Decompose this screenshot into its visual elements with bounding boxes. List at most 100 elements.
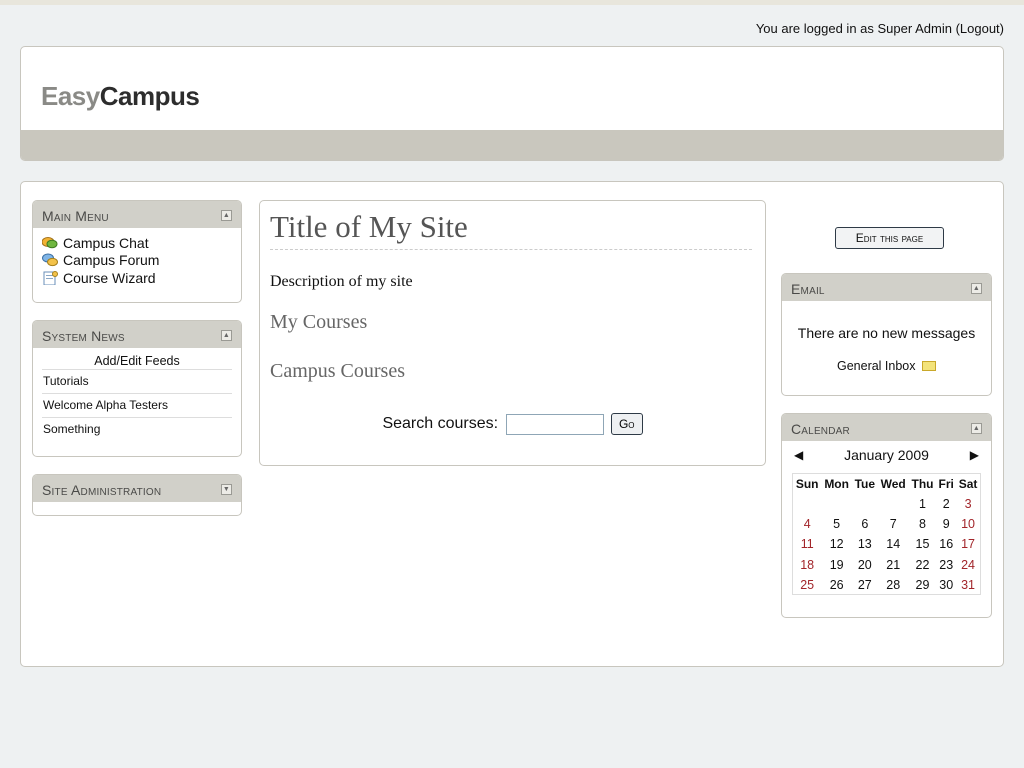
calendar-title: Calendar [791,421,850,437]
collapse-icon[interactable]: ▲ [221,210,232,221]
calendar-week: 25 26 27 28 29 30 31 [793,575,981,595]
calendar-day[interactable]: 16 [936,534,956,554]
weekday-row: Sun Mon Tue Wed Thu Fri Sat [793,474,981,494]
calendar-empty-cell [793,494,822,514]
collapse-icon[interactable]: ▲ [221,330,232,341]
general-inbox-link[interactable]: General Inbox [782,341,991,373]
calendar-header: Calendar ▲ [782,414,991,441]
calendar-day[interactable]: 19 [821,554,852,574]
email-status: There are no new messages [797,325,976,341]
collapse-icon[interactable]: ▲ [971,423,982,434]
login-info: You are logged in as Super Admin (Logout… [756,21,1004,36]
calendar-day[interactable]: 6 [852,514,878,534]
weekday: Tue [854,476,876,491]
calendar-day[interactable]: 4 [793,514,822,534]
calendar-day[interactable]: 7 [878,514,909,534]
site-admin-block: Site Administration ▼ [32,474,242,516]
calendar-day[interactable]: 15 [909,534,937,554]
search-go-button[interactable]: Go [610,413,643,435]
calendar-day[interactable]: 13 [852,534,878,554]
calendar-day[interactable]: 18 [793,554,822,574]
envelope-icon [922,361,936,371]
calendar-day[interactable]: 24 [956,554,980,574]
calendar-day[interactable]: 27 [852,575,878,595]
calendar-day[interactable]: 29 [909,575,937,595]
page-container: Main Menu ▲ Campus Chat Campus Forum Cou… [20,181,1004,667]
calendar-day[interactable]: 3 [956,494,980,514]
calendar-day[interactable]: 21 [878,554,909,574]
wizard-icon [42,270,58,286]
calendar-day[interactable]: 1 [909,494,937,514]
news-item[interactable]: Tutorials [42,370,232,394]
logo-campus: Campus [99,81,200,111]
forum-icon [42,253,58,267]
system-news-block: System News ▲ Add/Edit Feeds Tutorials W… [32,320,242,457]
calendar-day[interactable]: 5 [821,514,852,534]
news-list: Tutorials Welcome Alpha Testers Somethin… [42,370,232,441]
site-description: Description of my site [270,273,413,290]
chat-icon [41,236,58,250]
campus-courses-heading: Campus Courses [270,360,405,382]
calendar-day[interactable]: 17 [956,534,980,554]
calendar-empty-cell [852,494,878,514]
site-header: EasyCampus [20,46,1004,161]
calendar-day[interactable]: 20 [852,554,878,574]
calendar-grid: Sun Mon Tue Wed Thu Fri Sat 1 2 3 4 5 6 7 8 9 10 1… [792,473,981,596]
weekday: Mon [824,476,849,491]
expand-icon[interactable]: ▼ [221,484,232,495]
inbox-label: General Inbox [836,359,916,373]
system-news-header: System News ▲ [33,321,241,348]
next-month-icon[interactable]: ▶ [970,448,979,462]
edit-page-button[interactable]: Edit this page [835,227,944,249]
calendar-block: Calendar ▲ ◀ January 2009 ▶ Sun Mon Tue … [781,413,992,618]
search-label: Search courses: [382,415,499,433]
system-news-title: System News [42,328,125,344]
main-menu-list: Campus Chat Campus Forum Course Wizard [33,228,241,287]
calendar-day[interactable]: 28 [878,575,909,595]
calendar-day[interactable]: 22 [909,554,937,574]
user-profile-link[interactable]: Super Admin [878,21,952,36]
weekday: Sat [958,476,978,491]
news-item[interactable]: Something [42,418,232,441]
menu-item-course-wizard[interactable]: Course Wizard [42,269,241,287]
calendar-day[interactable]: 23 [936,554,956,574]
calendar-day[interactable]: 25 [793,575,822,595]
main-menu-title: Main Menu [42,208,109,224]
email-header: Email ▲ [782,274,991,301]
header-band [21,130,1003,160]
calendar-day[interactable]: 26 [821,575,852,595]
search-input[interactable] [505,413,604,435]
calendar-day[interactable]: 8 [909,514,937,534]
easycampus-logo[interactable]: EasyCampus [41,81,200,112]
collapse-icon[interactable]: ▲ [971,283,982,294]
menu-item-campus-forum[interactable]: Campus Forum [42,252,241,270]
menu-item-label: Campus Chat [63,234,149,251]
calendar-day[interactable]: 2 [936,494,956,514]
logout-link[interactable]: (Logout) [956,21,1004,36]
calendar-day[interactable]: 30 [936,575,956,595]
main-content: Title of My Site Description of my site … [259,200,766,466]
weekday: Thu [911,476,934,491]
calendar-day[interactable]: 14 [878,534,909,554]
news-item[interactable]: Welcome Alpha Testers [42,394,232,418]
calendar-days: 1 2 3 4 5 6 7 8 9 10 11 12 13 14 15 16 17 18 19 20 21 22 23 24 2… [793,494,981,595]
course-search: Search courses: Go [260,413,765,435]
email-title: Email [791,281,825,297]
site-admin-header[interactable]: Site Administration ▼ [33,475,241,502]
calendar-month: January 2009 [844,447,929,463]
calendar-day[interactable]: 12 [821,534,852,554]
calendar-week: 4 5 6 7 8 9 10 [793,514,981,534]
calendar-day[interactable]: 10 [956,514,980,534]
calendar-week: 18 19 20 21 22 23 24 [793,554,981,574]
login-prefix: You are logged in as [755,21,874,36]
weekday: Fri [938,476,954,491]
email-block: Email ▲ There are no new messages Genera… [781,273,992,396]
calendar-nav: ◀ January 2009 ▶ [782,441,991,468]
add-edit-feeds-link[interactable]: Add/Edit Feeds [42,348,232,370]
menu-item-campus-chat[interactable]: Campus Chat [41,234,241,252]
calendar-day[interactable]: 31 [956,575,980,595]
weekday: Wed [880,476,906,491]
page-title: Title of My Site [270,209,752,250]
calendar-day[interactable]: 9 [936,514,956,534]
calendar-day[interactable]: 11 [793,534,822,554]
